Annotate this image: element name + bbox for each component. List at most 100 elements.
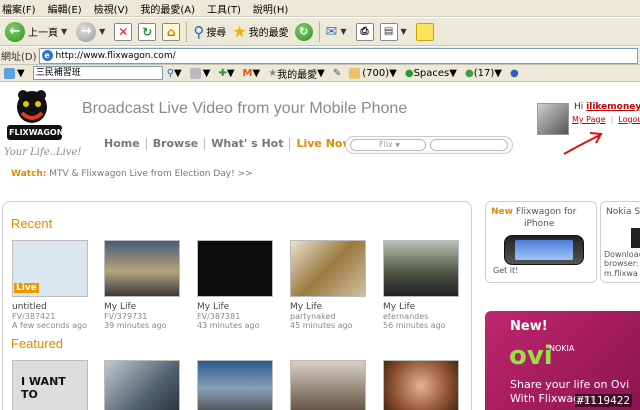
recent-title: Recent [11,216,53,231]
search-go-button[interactable]: ⚲ ▼ [163,68,186,79]
search-label: 搜尋 [206,28,227,39]
iphone-promo[interactable]: New Flixwagon for iPhone Get it! [485,201,597,283]
refresh-button[interactable]: ↻ [135,20,159,44]
video-thumb-featured-5[interactable] [383,360,459,410]
live-badge: Live [14,283,39,293]
toolbar-help-icon[interactable]: ● [506,68,523,79]
msn-butterfly-icon[interactable]: ▼ [0,67,29,79]
video-title[interactable]: My Life [290,302,376,312]
history-icon: ↻ [294,22,313,41]
ovi-line1: Share your life on Ovi [510,378,630,391]
video-user[interactable]: eternandes [383,312,469,321]
pen-icon[interactable]: ✎ [329,68,345,79]
browser-window: 檔案(F) 編輯(E) 檢視(V) 我的最愛(A) 工具(T) 說明(H) ← … [0,0,640,410]
video-thumb-featured-4[interactable] [290,360,366,410]
nokia-logo: NOKIA [549,344,575,353]
nokia-promo-title: Nokia S [606,207,640,217]
video-user[interactable]: FV/387421 [12,312,98,321]
video-thumb-featured-3[interactable] [197,360,273,410]
back-dropdown-icon[interactable]: ▼ [61,27,67,36]
site-search-input[interactable] [430,139,508,151]
ovi-new: New! [510,319,548,334]
video-thumb-recent-1[interactable]: Live [12,240,88,297]
mail-dropdown-icon[interactable]: ▼ [340,27,346,36]
menu-view[interactable]: 檢視(V) [90,1,137,16]
site-tagline: Broadcast Live Video from your Mobile Ph… [82,100,408,117]
menu-file[interactable]: 檔案(F) [0,1,44,16]
mail-count: (700) [362,67,390,79]
nokia-promo[interactable]: Nokia S Downloac browser: m.flixwa [600,201,640,283]
video-thumb-recent-4[interactable] [290,240,366,297]
nav-browse[interactable]: Browse [147,137,205,150]
site-search-select[interactable]: Flix ▼ [350,139,426,151]
forward-dropdown-icon[interactable]: ▼ [99,27,105,36]
searchbar-favorites-label: 我的最愛 [277,69,318,81]
forward-button[interactable]: → ▼ [73,20,111,44]
logout-link[interactable]: Logout [618,115,640,124]
nav-whats-hot[interactable]: What' s Hot [205,137,289,150]
site-search: Flix ▼ [345,136,513,154]
add-icon[interactable]: ✚ ▼ [214,68,238,79]
back-button[interactable]: ← 上一頁 ▼ [2,20,73,44]
menu-bar: 檔案(F) 編輯(E) 檢視(V) 我的最愛(A) 工具(T) 說明(H) [0,0,640,17]
back-label: 上一頁 [28,28,58,39]
video-title[interactable]: My Life [104,302,190,312]
home-button[interactable]: ⌂ [159,20,183,44]
nav-home[interactable]: Home [98,137,146,150]
nokia-line3: m.flixwa [604,269,638,278]
menu-help[interactable]: 說明(H) [249,1,296,16]
web-page: FLIXWAGON Your Life..Live! Broadcast Liv… [0,83,640,410]
menu-favorites[interactable]: 我的最愛(A) [136,1,203,16]
msn-m-icon[interactable]: M ▼ [239,68,265,79]
video-meta-recent-5: My Life eternandes 56 minutes ago [383,302,469,330]
mail-button[interactable]: ✉ ▼ [323,20,353,44]
video-thumb-featured-2[interactable] [104,360,180,410]
favorites-menu[interactable]: ★ 我的最愛 ▼ [264,66,329,81]
promo-new: New [491,207,513,217]
watch-banner[interactable]: Watch: MTV & Flixwagon Live from Electio… [11,169,253,179]
video-thumb-recent-3[interactable] [197,240,273,297]
menu-edit[interactable]: 編輯(E) [44,1,90,16]
search-magnifier-icon: ⚲ [193,22,205,41]
video-user[interactable]: partynaked [290,312,376,321]
featured-title: Featured [11,336,64,351]
messenger-button[interactable] [413,20,437,44]
favorites-button[interactable]: ★ 我的最愛 [229,20,291,44]
stop-icon: ✕ [114,22,133,41]
video-thumb-recent-2[interactable] [104,240,180,297]
brand-text: FLIXWAGON [9,128,64,137]
get-it-link[interactable]: Get it! [493,266,518,275]
menu-tools[interactable]: 工具(T) [203,1,249,16]
stop-button[interactable]: ✕ [111,20,135,44]
video-user[interactable]: FV/387381 [197,312,283,321]
edit-button[interactable]: ▤ ▼ [377,20,413,44]
videos-panel: Recent Live untitled FV/387421 A few sec… [2,201,472,410]
favorites-star-icon: ★ [232,22,247,41]
note-icon [415,22,434,41]
address-url: http://www.flixwagon.com/ [55,50,176,61]
search-button[interactable]: ⚲ 搜尋 [190,20,229,44]
video-meta-recent-4: My Life partynaked 45 minutes ago [290,302,376,330]
im-icon[interactable]: ▼ [186,67,215,79]
username-link[interactable]: ilikemoney [586,102,640,112]
print-button[interactable]: ⎙ [353,20,377,44]
history-button[interactable]: ↻ [292,20,316,44]
spaces-label: Spaces [413,67,450,79]
video-user[interactable]: FV/379731 [104,312,190,321]
refresh-icon: ↻ [138,22,157,41]
address-input[interactable]: e http://www.flixwagon.com/ [38,47,638,64]
mail-count-item[interactable]: (700) ▼ [345,67,401,79]
video-thumb-recent-5[interactable] [383,240,459,297]
spaces-item[interactable]: ● Spaces ▼ [401,68,461,79]
toolbar: ← 上一頁 ▼ → ▼ ✕ ↻ ⌂ ⚲ 搜尋 ★ 我的最愛 ↻ ✉ ▼ ⎙ ▤ … [0,18,640,46]
video-thumb-featured-1[interactable]: I WANT TO [12,360,88,410]
msn-count-item[interactable]: ● (17) ▼ [461,68,506,79]
nokia-line1: Downloac [604,250,640,259]
edit-dropdown-icon[interactable]: ▼ [401,27,407,36]
video-title[interactable]: My Life [383,302,469,312]
video-title[interactable]: My Life [197,302,283,312]
my-page-link[interactable]: My Page [572,115,606,124]
search-query-input[interactable]: 三民補習班 [32,66,163,80]
flixwagon-logo[interactable]: FLIXWAGON Your Life..Live! [4,87,81,158]
video-title[interactable]: untitled [12,302,98,312]
